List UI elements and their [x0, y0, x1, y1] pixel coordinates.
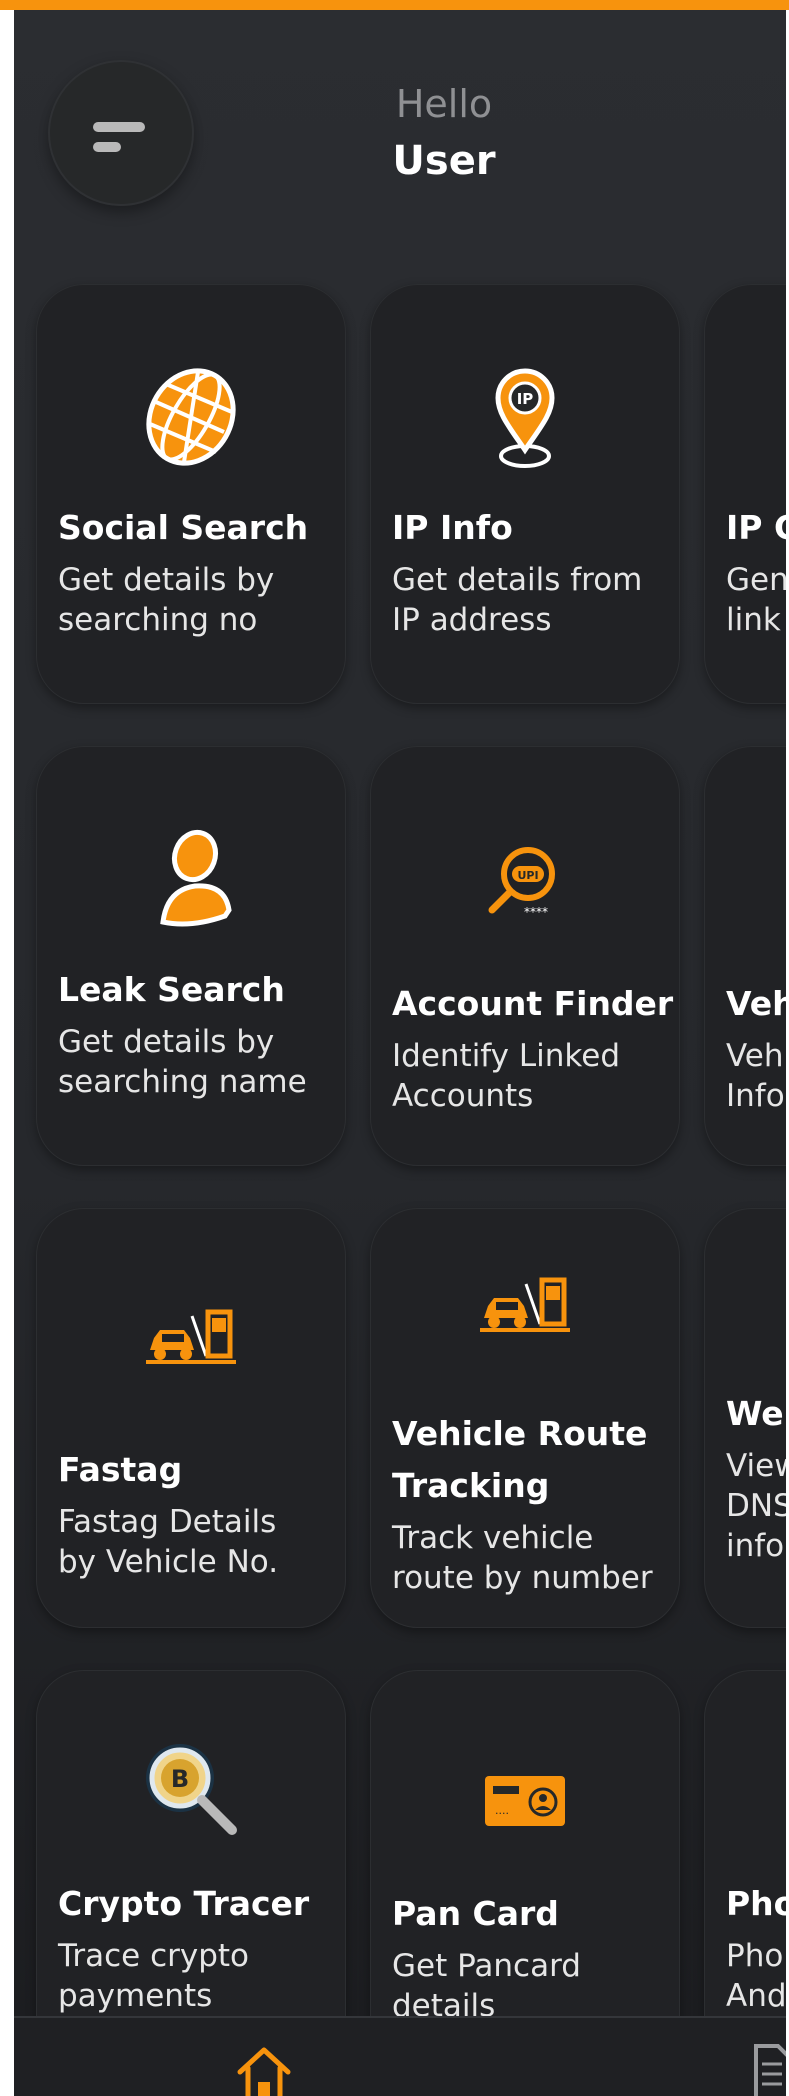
card-desc: Trace crypto [58, 1938, 250, 1974]
upi-search-icon: UPI **** [370, 844, 680, 920]
card-web[interactable]: We View DNS info [704, 1208, 786, 1628]
card-title: Account Finder [392, 984, 674, 1023]
card-title: IP G [726, 508, 786, 547]
greeting-hello: Hello [395, 82, 493, 126]
card-desc: DNS [726, 1488, 786, 1524]
card-desc: Accounts [392, 1078, 534, 1114]
card-desc: route by number [392, 1560, 653, 1596]
card-title: Crypto Tracer [58, 1884, 310, 1923]
card-desc: payments [58, 1978, 213, 2014]
bitcoin-search-icon: B [36, 1736, 346, 1846]
toll-booth-car-icon [36, 1308, 346, 1368]
card-desc: searching no [58, 602, 258, 638]
card-title: Leak Search [58, 970, 285, 1009]
bottom-navigation [14, 2016, 786, 2096]
card-desc: View [726, 1448, 786, 1484]
card-desc: by Vehicle No. [58, 1544, 279, 1580]
card-desc: info [726, 1528, 785, 1564]
card-vehicle-route-tracking[interactable]: Vehicle Route Tracking Track vehicle rou… [370, 1208, 680, 1628]
card-title: Pan Card [392, 1894, 559, 1933]
card-social-search[interactable]: Social Search Get details by searching n… [36, 284, 346, 704]
card-desc: link [726, 602, 781, 638]
user-icon [36, 824, 346, 934]
accent-strip [0, 0, 789, 10]
card-desc: Get Pancard [392, 1948, 581, 1984]
card-title: We [726, 1394, 784, 1433]
greeting-username: User [392, 138, 496, 184]
svg-text:IP: IP [517, 390, 534, 408]
card-desc: Info [726, 1078, 785, 1114]
card-title: Social Search [58, 508, 309, 547]
location-pin-icon: IP [370, 362, 680, 472]
card-leak-search[interactable]: Leak Search Get details by searching nam… [36, 746, 346, 1166]
svg-text:UPI: UPI [517, 869, 538, 882]
card-desc: Identify Linked [392, 1038, 621, 1074]
menu-button[interactable] [48, 60, 194, 206]
card-title: Veh [726, 984, 786, 1023]
card-title: Pho [726, 1884, 786, 1923]
card-desc: Veh [726, 1038, 784, 1074]
card-desc: IP address [392, 602, 552, 638]
card-desc: Get details by [58, 562, 275, 598]
card-title: IP Info [392, 508, 513, 547]
card-desc: Get details from [392, 562, 643, 598]
card-desc: Gen [726, 562, 786, 598]
app-screen: Hello User Social Search Get details by … [14, 10, 786, 2096]
card-desc: Pho [726, 1938, 784, 1974]
card-desc: searching name [58, 1064, 307, 1100]
card-desc: Fastag Details [58, 1504, 277, 1540]
globe-icon [36, 362, 346, 472]
card-title: Tracking [392, 1466, 550, 1505]
list-icon[interactable] [754, 2042, 786, 2096]
svg-text:....: .... [495, 1804, 509, 1817]
card-ip-g[interactable]: IP G Gen link [704, 284, 786, 704]
card-account-finder[interactable]: UPI **** Account Finder Identify Linked … [370, 746, 680, 1166]
svg-text:****: **** [524, 905, 548, 919]
card-title: Fastag [58, 1450, 183, 1489]
greeting: Hello User [334, 82, 554, 186]
card-fastag[interactable]: Fastag Fastag Details by Vehicle No. [36, 1208, 346, 1628]
card-title: Vehicle Route [392, 1414, 648, 1453]
toll-booth-car-icon [370, 1276, 680, 1336]
card-desc: Get details by [58, 1024, 275, 1060]
card-desc: Track vehicle [392, 1520, 594, 1556]
home-icon[interactable] [234, 2044, 294, 2096]
card-vehicle[interactable]: Veh Veh Info [704, 746, 786, 1166]
card-desc: And [726, 1978, 786, 2014]
card-ip-info[interactable]: IP IP Info Get details from IP address [370, 284, 680, 704]
svg-text:B: B [171, 1765, 189, 1793]
id-card-icon: .... [370, 1774, 680, 1828]
